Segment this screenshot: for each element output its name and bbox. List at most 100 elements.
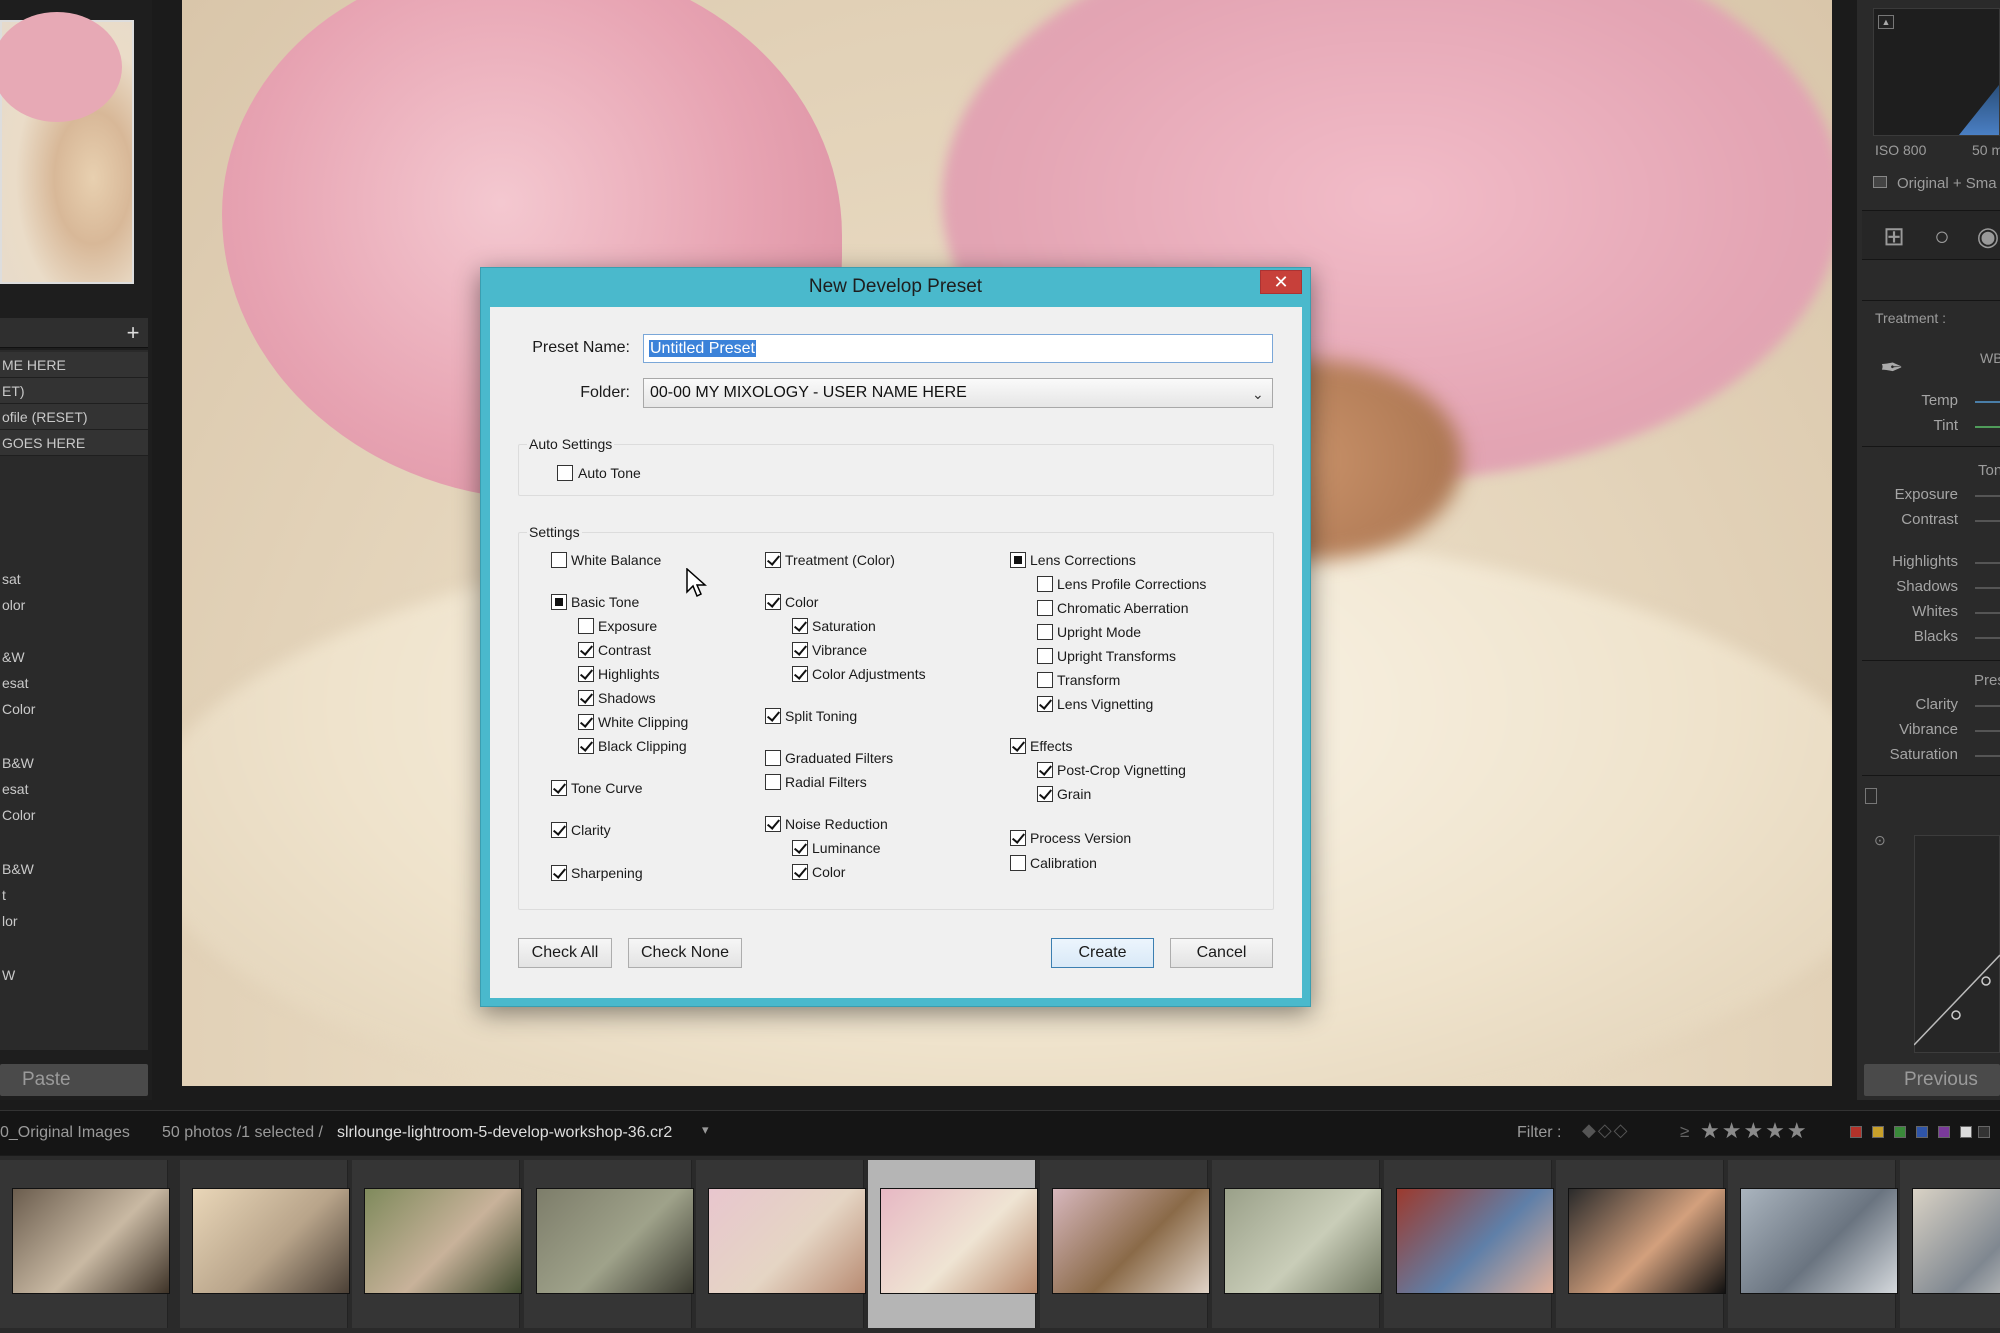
preset-item[interactable]: t (0, 882, 148, 908)
noise-reduction-checkbox[interactable] (765, 816, 781, 832)
preset-item[interactable]: esat (0, 670, 148, 696)
post-crop-vignetting-checkbox[interactable] (1037, 762, 1053, 778)
thumbnail-motorcycle-street[interactable] (1740, 1188, 1898, 1294)
create-button[interactable]: Create (1051, 938, 1154, 968)
graduated-filters-checkbox[interactable] (765, 750, 781, 766)
transform-checkbox[interactable] (1037, 672, 1053, 688)
luminance-checkbox[interactable] (792, 840, 808, 856)
preset-item[interactable]: ME HERE (0, 352, 148, 378)
filmstrip-source[interactable]: 0_Original Images (0, 1124, 130, 1142)
process-version-checkbox[interactable] (1010, 830, 1026, 846)
preset-name-input[interactable]: Untitled Preset (643, 334, 1273, 363)
saturation-slider[interactable] (1975, 755, 2000, 757)
yellow-label-filter[interactable] (1872, 1126, 1884, 1138)
upright-transforms-checkbox[interactable] (1037, 648, 1053, 664)
grain-checkbox[interactable] (1037, 786, 1053, 802)
exposure-checkbox[interactable] (578, 618, 594, 634)
lens-vignetting-checkbox[interactable] (1037, 696, 1053, 712)
thumbnail-couple-beach-hug[interactable] (12, 1188, 170, 1294)
lens-corrections-checkbox[interactable] (1010, 552, 1026, 568)
folder-select[interactable]: 00-00 MY MIXOLOGY - USER NAME HERE (643, 378, 1273, 408)
thumbnail-couple-field[interactable] (536, 1188, 694, 1294)
close-icon[interactable]: ✕ (1260, 270, 1302, 294)
white-clipping-checkbox[interactable] (578, 714, 594, 730)
chevron-down-icon[interactable]: ⌄ (1252, 380, 1264, 408)
basic-tone-checkbox[interactable] (551, 594, 567, 610)
rating-operator[interactable]: ≥ (1680, 1122, 1689, 1142)
original-photo-checkbox[interactable] (1873, 176, 1887, 188)
lens-profile-checkbox[interactable] (1037, 576, 1053, 592)
contrast-slider[interactable] (1975, 520, 2000, 522)
highlights-slider[interactable] (1975, 562, 2000, 564)
preset-item[interactable]: B&W (0, 856, 148, 882)
highlights-checkbox[interactable] (578, 666, 594, 682)
thumbnail-man-portrait[interactable] (1568, 1188, 1726, 1294)
vibrance-slider[interactable] (1975, 730, 2000, 732)
split-toning-checkbox[interactable] (765, 708, 781, 724)
whites-slider[interactable] (1975, 612, 2000, 614)
preset-item[interactable]: esat (0, 776, 148, 802)
tone-curve-toggle-icon[interactable] (1865, 788, 1877, 804)
thumbnail-couple-sunset-beach[interactable] (192, 1188, 350, 1294)
preset-item[interactable]: W (0, 962, 148, 988)
shadows-slider[interactable] (1975, 587, 2000, 589)
blue-label-filter[interactable] (1916, 1126, 1928, 1138)
star-filter-icon[interactable]: ★★★★★ (1700, 1118, 1809, 1144)
thumbnail-newborn-pink-hat-1[interactable] (708, 1188, 866, 1294)
other-label-filter[interactable] (1978, 1126, 1990, 1138)
preset-item[interactable]: ET) (0, 378, 148, 404)
contrast-checkbox[interactable] (578, 642, 594, 658)
preset-item[interactable]: B&W (0, 750, 148, 776)
previous-button[interactable]: Previous (1864, 1064, 2000, 1096)
crop-overlay-icon[interactable]: ⊞ (1878, 220, 1910, 252)
nr-color-checkbox[interactable] (792, 864, 808, 880)
tone-curve-checkbox[interactable] (551, 780, 567, 796)
filename-dropdown-icon[interactable]: ▾ (702, 1122, 709, 1138)
saturation-checkbox[interactable] (792, 618, 808, 634)
temp-slider[interactable] (1975, 401, 2000, 403)
thumbnail-newborn-basket[interactable] (1052, 1188, 1210, 1294)
tint-slider[interactable] (1975, 426, 2000, 428)
sharpening-checkbox[interactable] (551, 865, 567, 881)
color-adjustments-checkbox[interactable] (792, 666, 808, 682)
clarity-slider[interactable] (1975, 705, 2000, 707)
flag-filter-icon[interactable]: ◆◇◇ (1582, 1120, 1630, 1141)
check-none-button[interactable]: Check None (628, 938, 742, 968)
shadows-checkbox[interactable] (578, 690, 594, 706)
treatment-checkbox[interactable] (765, 552, 781, 568)
preset-item[interactable]: lor (0, 908, 148, 934)
preset-item[interactable]: &W (0, 644, 148, 670)
auto-tone-checkbox[interactable] (557, 465, 573, 481)
thumbnail-couple-foggy-field[interactable] (1224, 1188, 1382, 1294)
exposure-slider[interactable] (1975, 495, 2000, 497)
calibration-checkbox[interactable] (1010, 855, 1026, 871)
radial-filters-checkbox[interactable] (765, 774, 781, 790)
preset-item[interactable]: Color (0, 802, 148, 828)
preset-item[interactable]: sat (0, 566, 148, 592)
check-all-button[interactable]: Check All (518, 938, 612, 968)
paste-button[interactable]: Paste (0, 1064, 148, 1096)
vibrance-checkbox[interactable] (792, 642, 808, 658)
shadow-clipping-icon[interactable]: ▲ (1878, 15, 1894, 29)
black-clipping-checkbox[interactable] (578, 738, 594, 754)
thumbnail-couple-carnival[interactable] (1396, 1188, 1554, 1294)
upright-mode-checkbox[interactable] (1037, 624, 1053, 640)
thumbnail-newborn-pink-hat-2[interactable] (880, 1188, 1038, 1294)
white-balance-checkbox[interactable] (551, 552, 567, 568)
preset-item[interactable]: olor (0, 592, 148, 618)
purple-label-filter[interactable] (1938, 1126, 1950, 1138)
blacks-slider[interactable] (1975, 637, 2000, 639)
cancel-button[interactable]: Cancel (1170, 938, 1273, 968)
white-balance-eyedropper-icon[interactable]: ✒ (1880, 350, 1916, 386)
preset-item[interactable]: ofile (RESET) (0, 404, 148, 430)
clarity-checkbox[interactable] (551, 822, 567, 838)
color-checkbox[interactable] (765, 594, 781, 610)
thumbnail-newborn-wrap[interactable] (1912, 1188, 2000, 1294)
red-label-filter[interactable] (1850, 1126, 1862, 1138)
add-preset-icon[interactable]: + (122, 322, 144, 344)
target-adjust-icon[interactable]: ⊙ (1874, 832, 1886, 849)
effects-checkbox[interactable] (1010, 738, 1026, 754)
no-label-filter[interactable] (1960, 1126, 1972, 1138)
selected-filename[interactable]: slrlounge-lightroom-5-develop-workshop-3… (337, 1124, 672, 1142)
red-eye-icon[interactable]: ◉ (1972, 220, 2000, 252)
